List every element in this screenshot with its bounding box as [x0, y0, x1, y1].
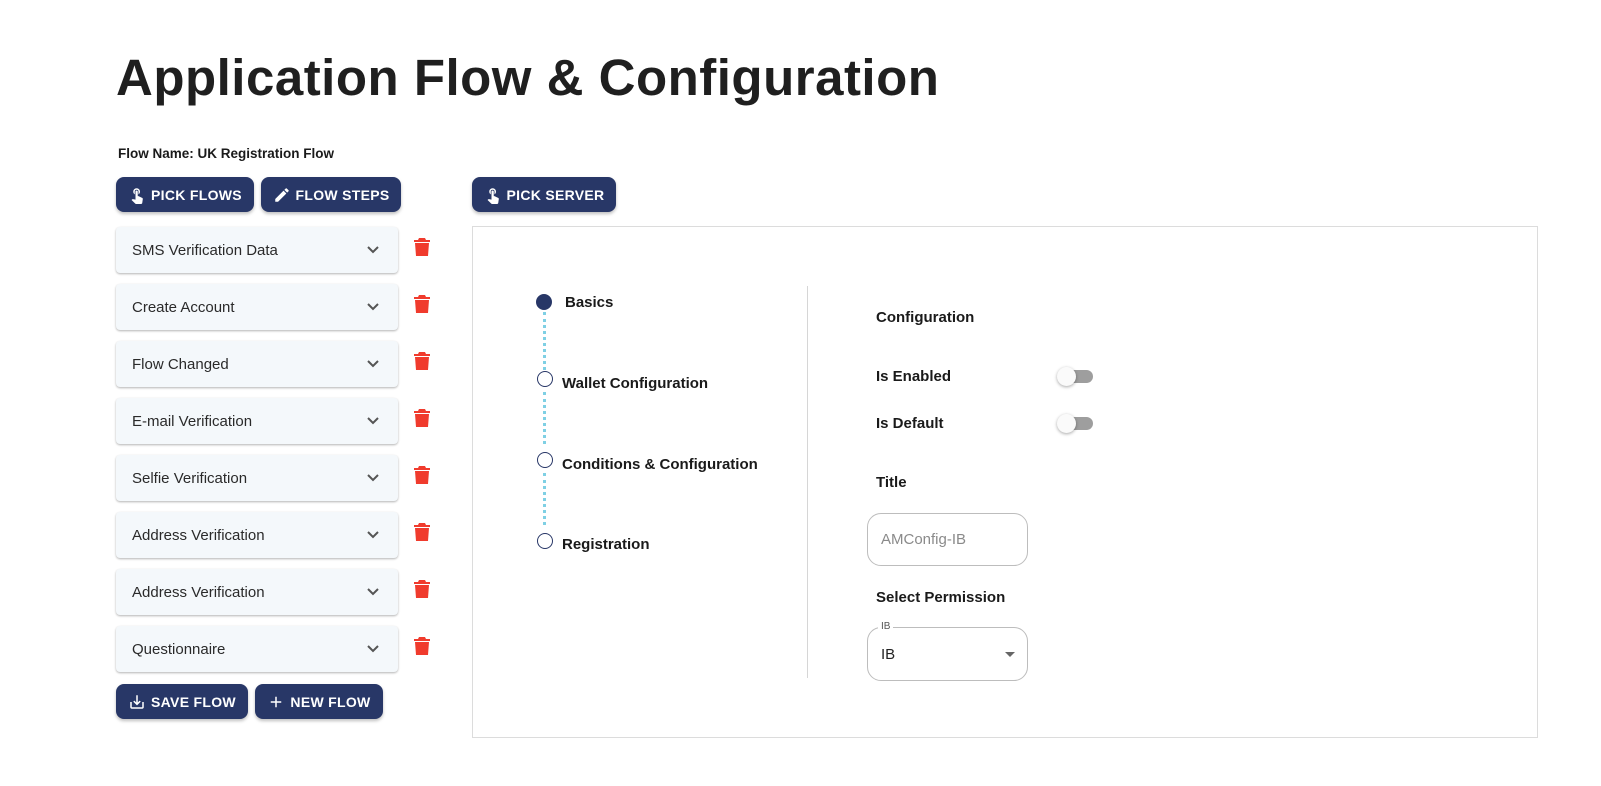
- step-indicator[interactable]: [537, 371, 553, 387]
- list-item: Create Account: [116, 284, 436, 341]
- step-indicator[interactable]: [537, 452, 553, 468]
- title-label: Title: [876, 474, 907, 491]
- trash-icon[interactable]: [414, 408, 430, 428]
- step-accordion[interactable]: Address Verification: [116, 569, 398, 615]
- list-item: E-mail Verification: [116, 398, 436, 455]
- pick-server-label: PICK SERVER: [506, 186, 605, 203]
- chevron-down-icon: [366, 356, 380, 370]
- chevron-down-icon: [366, 641, 380, 655]
- list-item: Address Verification: [116, 569, 436, 626]
- touch-icon: [131, 187, 143, 204]
- pick-flows-button[interactable]: PICK FLOWS: [116, 177, 254, 212]
- is-default-label: Is Default: [876, 415, 944, 432]
- step-indicator[interactable]: [537, 533, 553, 549]
- is-enabled-label: Is Enabled: [876, 368, 952, 385]
- step-accordion[interactable]: SMS Verification Data: [116, 227, 398, 273]
- trash-icon[interactable]: [414, 579, 430, 599]
- chevron-down-icon: [366, 584, 380, 598]
- chevron-down-icon: [366, 299, 380, 313]
- step-label: SMS Verification Data: [132, 241, 278, 259]
- plus-icon: [271, 696, 282, 707]
- step-accordion[interactable]: Create Account: [116, 284, 398, 330]
- pick-server-button[interactable]: PICK SERVER: [472, 177, 616, 212]
- step-label: Address Verification: [132, 583, 265, 601]
- flow-step-list: SMS Verification Data Create Account Flo…: [116, 227, 436, 683]
- trash-icon[interactable]: [414, 465, 430, 485]
- title-input[interactable]: [867, 513, 1028, 566]
- step-accordion[interactable]: Questionnaire: [116, 626, 398, 672]
- chevron-down-icon: [366, 242, 380, 256]
- list-item: Questionnaire: [116, 626, 436, 683]
- save-flow-button[interactable]: SAVE FLOW: [116, 684, 248, 719]
- chevron-down-icon: [366, 527, 380, 541]
- flow-steps-button[interactable]: FLOW STEPS: [261, 177, 401, 212]
- vertical-divider: [807, 286, 808, 678]
- stepper-label-conditions[interactable]: Conditions & Configuration: [562, 456, 758, 473]
- flow-name-label: Flow Name: UK Registration Flow: [118, 146, 335, 161]
- configuration-heading: Configuration: [876, 309, 975, 326]
- list-item: Flow Changed: [116, 341, 436, 398]
- stepper-connector: [543, 473, 546, 525]
- step-label: Create Account: [132, 298, 235, 316]
- select-permission-label: Select Permission: [876, 589, 1006, 606]
- stepper-label-registration[interactable]: Registration: [562, 536, 650, 553]
- trash-icon[interactable]: [414, 522, 430, 542]
- step-indicator-active[interactable]: [536, 294, 552, 310]
- permission-select[interactable]: IB IB: [867, 621, 1028, 681]
- step-accordion[interactable]: E-mail Verification: [116, 398, 398, 444]
- toggle-thumb: [1057, 367, 1076, 386]
- pencil-icon: [274, 187, 289, 202]
- is-enabled-toggle[interactable]: [1057, 366, 1095, 386]
- trash-icon[interactable]: [414, 351, 430, 371]
- trash-icon[interactable]: [414, 294, 430, 314]
- list-item: SMS Verification Data: [116, 227, 436, 284]
- step-accordion[interactable]: Selfie Verification: [116, 455, 398, 501]
- save-flow-label: SAVE FLOW: [151, 693, 236, 710]
- trash-icon[interactable]: [414, 636, 430, 656]
- step-label: Questionnaire: [132, 640, 226, 658]
- permission-select-legend: IB: [878, 621, 894, 633]
- step-label: Address Verification: [132, 526, 265, 544]
- chevron-down-icon: [366, 470, 380, 484]
- flow-steps-label: FLOW STEPS: [295, 186, 390, 203]
- stepper-label-wallet-configuration[interactable]: Wallet Configuration: [562, 375, 708, 392]
- step-accordion[interactable]: Address Verification: [116, 512, 398, 558]
- step-label: Flow Changed: [132, 355, 229, 373]
- page-title: Application Flow & Configuration: [116, 49, 940, 106]
- download-icon: [130, 694, 144, 709]
- stepper-label-basics[interactable]: Basics: [565, 294, 613, 311]
- touch-icon: [487, 187, 499, 204]
- list-item: Selfie Verification: [116, 455, 436, 512]
- toggle-thumb: [1057, 414, 1076, 433]
- step-accordion[interactable]: Flow Changed: [116, 341, 398, 387]
- step-label: E-mail Verification: [132, 412, 253, 430]
- is-default-toggle[interactable]: [1057, 413, 1095, 433]
- new-flow-button[interactable]: NEW FLOW: [255, 684, 383, 719]
- list-item: Address Verification: [116, 512, 436, 569]
- permission-select-value: IB: [881, 646, 896, 663]
- trash-icon[interactable]: [414, 237, 430, 257]
- stepper-connector: [543, 392, 546, 444]
- dropdown-arrow-icon: [1005, 652, 1015, 657]
- new-flow-label: NEW FLOW: [290, 693, 371, 710]
- step-label: Selfie Verification: [132, 469, 248, 487]
- pick-flows-label: PICK FLOWS: [151, 186, 242, 203]
- chevron-down-icon: [366, 413, 380, 427]
